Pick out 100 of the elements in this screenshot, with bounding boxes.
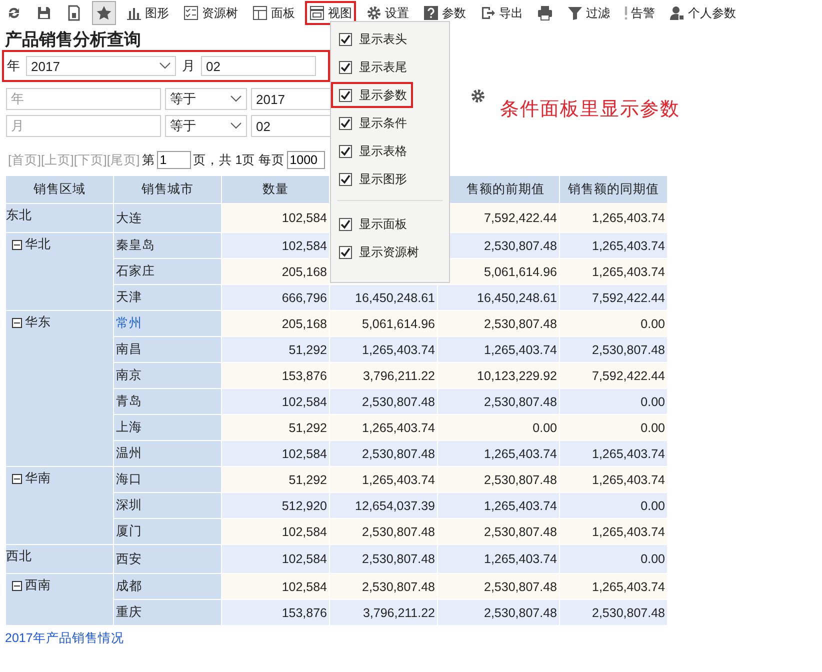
collapse-icon[interactable]	[12, 580, 22, 590]
checkbox[interactable]	[339, 60, 352, 74]
parameter-label: 年	[7, 57, 20, 75]
region-cell: 华南	[6, 470, 51, 487]
menu-item[interactable]: 显示参数	[331, 82, 413, 108]
value-cell: 12,654,037.39	[330, 492, 438, 518]
menu-item[interactable]: 显示图形	[331, 166, 413, 192]
checkbox[interactable]	[339, 246, 352, 258]
gear-icon	[366, 5, 382, 21]
menu-item[interactable]: 显示面板	[331, 211, 413, 237]
city-cell: 石家庄	[114, 258, 222, 284]
value-cell: 2,530,807.48	[438, 574, 560, 600]
page-number-input[interactable]: 1	[156, 151, 191, 169]
value-cell: 51,292	[222, 414, 330, 440]
checkbox[interactable]	[339, 144, 352, 158]
value-cell: 1,265,403.74	[438, 544, 560, 574]
value-cell: 2,530,807.48	[438, 600, 560, 626]
value-cell: 3,796,211.22	[330, 600, 438, 626]
toolbar-button[interactable]: 过滤	[563, 1, 614, 25]
value-cell: 16,450,248.61	[438, 284, 560, 310]
checkbox[interactable]	[339, 88, 352, 102]
help-icon	[423, 5, 439, 21]
year-select[interactable]: 2017	[26, 56, 176, 76]
value-cell: 666,796	[222, 284, 330, 310]
printer-icon	[537, 5, 553, 21]
toolbar-button[interactable]: 个人参数	[665, 1, 740, 25]
page-prefix: 第	[142, 152, 155, 168]
operator-select[interactable]: 等于	[165, 115, 247, 137]
menu-item[interactable]: 显示表头	[331, 26, 413, 52]
toolbar-button[interactable]: 导出	[476, 1, 527, 25]
value-cell: 2,530,807.48	[438, 388, 560, 414]
filter-icon	[567, 5, 583, 21]
value-cell: 1,265,403.74	[560, 204, 668, 232]
toolbar-button[interactable]: 资源树	[179, 1, 242, 25]
collapse-icon[interactable]	[12, 474, 22, 484]
region-cell: 西北	[6, 548, 32, 565]
value-cell: 512,920	[222, 492, 330, 518]
value-cell: 102,584	[222, 204, 330, 232]
menu-item[interactable]: 显示表尾	[331, 54, 413, 80]
save-as-icon	[66, 5, 82, 21]
parameter-label: 月	[182, 57, 195, 75]
report-title: 产品销售分析查询	[5, 30, 141, 50]
value-cell: 1,265,403.74	[560, 440, 668, 466]
toolbar-button[interactable]: 面板	[248, 1, 299, 25]
value-cell: 1,265,403.74	[560, 258, 668, 284]
toolbar-button[interactable]: 设置	[362, 1, 413, 25]
city-cell: 青岛	[114, 388, 222, 414]
toolbar-button[interactable]: 告警	[620, 1, 659, 25]
value-cell: 2,530,807.48	[560, 336, 668, 362]
collapse-icon[interactable]	[12, 318, 22, 328]
menu-item[interactable]: 显示表格	[331, 138, 413, 164]
city-cell: 海口	[114, 466, 222, 492]
value-cell: 0.00	[560, 414, 668, 440]
value-cell: 205,168	[222, 258, 330, 284]
checkbox[interactable]	[339, 116, 352, 130]
collapse-icon[interactable]	[12, 240, 22, 250]
column-header: 销售区域	[6, 176, 114, 204]
menu-item[interactable]: 显示资源树	[331, 239, 425, 265]
value-cell: 153,876	[222, 362, 330, 388]
toolbar-button[interactable]	[92, 1, 116, 25]
value-cell: 0.00	[560, 388, 668, 414]
city-cell: 重庆	[114, 600, 222, 626]
city-cell: 成都	[114, 574, 222, 600]
value-cell: 5,061,614.96	[330, 310, 438, 336]
toolbar-button[interactable]: 视图	[305, 1, 356, 25]
toolbar-button[interactable]: 图形	[122, 1, 173, 25]
chevron-down-icon	[230, 95, 242, 103]
city-cell: 南京	[114, 362, 222, 388]
month-input[interactable]: 02	[201, 56, 316, 76]
value-cell: 2,530,807.48	[330, 440, 438, 466]
city-link[interactable]: 常州	[114, 310, 222, 336]
column-header: 数量	[222, 176, 330, 204]
value-cell: 7,592,422.44	[560, 362, 668, 388]
value-cell: 1,265,403.74	[330, 336, 438, 362]
bar-chart-icon	[126, 5, 142, 21]
value-cell: 0.00	[560, 492, 668, 518]
column-header: 销售额的同期值	[560, 176, 668, 204]
value-cell: 1,265,403.74	[560, 466, 668, 492]
footer-link[interactable]: 2017年产品销售情况	[5, 630, 124, 647]
checkbox[interactable]	[339, 32, 352, 46]
value-cell: 7,592,422.44	[560, 284, 668, 310]
city-cell: 上海	[114, 414, 222, 440]
chevron-down-icon	[159, 62, 171, 70]
city-cell: 秦皇岛	[114, 232, 222, 258]
chevron-down-icon	[230, 122, 242, 130]
value-cell: 1,265,403.74	[438, 336, 560, 362]
exclamation-icon	[624, 6, 628, 20]
gear-icon	[470, 88, 486, 104]
value-cell: 2,530,807.48	[330, 388, 438, 414]
operator-select[interactable]: 等于	[165, 88, 247, 110]
value-cell: 2,530,807.48	[330, 544, 438, 574]
value-cell: 102,584	[222, 574, 330, 600]
city-cell: 南昌	[114, 336, 222, 362]
refresh-icon	[6, 5, 22, 21]
value-cell: 2,530,807.48	[330, 518, 438, 544]
page-count-text: 页，共 1页 每页	[192, 152, 285, 168]
page-size-input[interactable]: 1000	[286, 151, 325, 169]
checkbox[interactable]	[339, 218, 352, 230]
checkbox[interactable]	[339, 172, 352, 186]
window-icon	[309, 5, 325, 21]
